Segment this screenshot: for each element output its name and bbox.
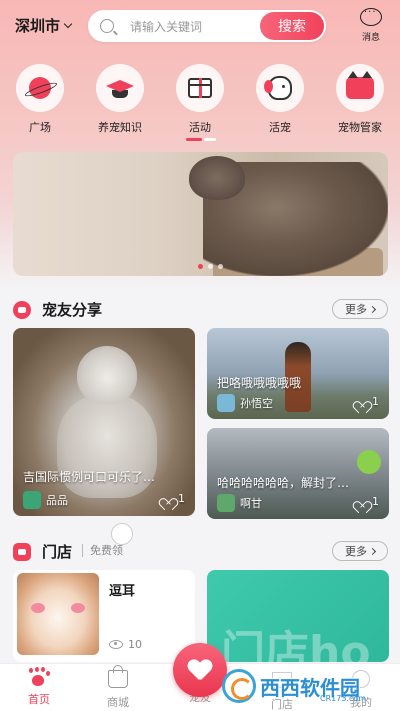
banner-dots — [198, 264, 223, 269]
more-label: 更多 — [345, 303, 367, 316]
heart-icon — [188, 660, 212, 680]
post-author: 孙悟空 — [217, 394, 273, 412]
avatar — [217, 494, 235, 512]
watermark-logo-icon — [222, 669, 256, 703]
search-button[interactable]: 搜索 — [260, 12, 324, 40]
top-bar: 深圳市 请输入关键词 搜索 消息 — [0, 0, 400, 52]
chevron-right-icon — [368, 547, 377, 555]
post-text: 哈哈哈哈哈哈，解封了… — [217, 476, 350, 490]
more-label: 更多 — [345, 545, 367, 558]
camera-icon — [13, 301, 31, 319]
view-count: 10 — [128, 638, 142, 651]
tab-home[interactable]: 首页 — [4, 667, 74, 707]
tab-label: 商城 — [107, 696, 129, 709]
heart-icon — [356, 496, 368, 507]
avatar — [217, 394, 235, 412]
city-label: 深圳市 — [15, 17, 61, 35]
share-post-card[interactable]: 把咯哦哦哦哦哦 孙悟空 1 — [207, 328, 389, 419]
messages-label: 消息 — [361, 33, 380, 43]
post-sticker — [357, 450, 381, 474]
author-name: 品品 — [46, 494, 68, 507]
like-button[interactable]: 1 — [162, 492, 185, 505]
paw-icon — [27, 667, 49, 687]
share-post-card[interactable]: 吉国际惯例可口可乐了… 品品 1 — [13, 328, 195, 516]
gift-icon — [188, 78, 212, 98]
category-pet-knowledge[interactable]: 养宠知识 — [87, 64, 153, 135]
search-icon — [100, 19, 114, 33]
heart-icon — [356, 396, 368, 407]
category-pet-butler[interactable]: 宠物管家 — [327, 64, 393, 135]
category-page-indicator — [186, 138, 216, 141]
store-thumbnail — [17, 573, 99, 655]
tab-mall[interactable]: 商城 — [83, 665, 153, 710]
like-button[interactable]: 1 — [356, 395, 379, 408]
planet-icon — [29, 77, 51, 99]
author-name: 啊甘 — [240, 497, 262, 510]
avatar — [23, 491, 41, 509]
category-label: 活宠 — [269, 121, 291, 134]
category-label: 活动 — [189, 121, 211, 134]
category-live-pets[interactable]: 活宠 — [247, 64, 313, 135]
city-selector[interactable]: 深圳市 — [15, 15, 73, 36]
section-subtitle: 免费领 — [82, 544, 123, 557]
category-square[interactable]: 广场 — [7, 64, 73, 135]
tab-label: 首页 — [28, 693, 50, 706]
chevron-down-icon — [63, 19, 73, 28]
post-text: 吉国际惯例可口可乐了… — [23, 470, 156, 484]
store-views: 10 — [109, 638, 142, 651]
store-more-button[interactable]: 更多 — [332, 541, 388, 561]
dog-icon — [264, 76, 292, 100]
share-section-header: 宠友分享 更多 — [0, 297, 400, 323]
post-center-button[interactable] — [173, 643, 227, 697]
search-input[interactable]: 请输入关键词 — [130, 18, 260, 35]
store-section-header: 门店 免费领 更多 — [0, 539, 400, 565]
search-bar[interactable]: 请输入关键词 搜索 — [88, 10, 326, 42]
category-label: 宠物管家 — [338, 121, 382, 134]
like-count: 1 — [178, 492, 185, 505]
post-author: 品品 — [23, 491, 68, 509]
banner-cat-head — [189, 156, 245, 200]
eye-icon — [109, 640, 123, 649]
chevron-right-icon — [368, 305, 377, 313]
post-author: 啊甘 — [217, 494, 262, 512]
category-label: 养宠知识 — [98, 121, 142, 134]
store-name: 逗耳 — [109, 584, 136, 599]
like-count: 1 — [372, 495, 379, 508]
cat-icon — [346, 71, 374, 99]
banner-carousel[interactable] — [13, 152, 388, 276]
watermark: 西西软件园 CR173.com — [222, 664, 382, 708]
share-post-card[interactable]: 哈哈哈哈哈哈，解封了… 啊甘 1 — [207, 428, 389, 519]
cat-face — [77, 346, 137, 404]
graduation-cap-icon — [106, 80, 134, 92]
promo-text: 门店ho — [221, 627, 371, 662]
category-events[interactable]: 活动 — [167, 64, 233, 135]
category-label: 广场 — [29, 121, 51, 134]
heart-icon — [162, 493, 174, 504]
store-promo-card[interactable]: 门店ho — [207, 570, 389, 662]
author-name: 孙悟空 — [240, 397, 273, 410]
section-title: 门店 — [42, 543, 73, 561]
chat-bubble-icon — [360, 4, 382, 26]
messages-button[interactable]: 消息 — [354, 4, 388, 43]
like-count: 1 — [372, 395, 379, 408]
watermark-url: CR173.com — [320, 694, 367, 703]
store-icon — [13, 543, 31, 561]
section-title: 宠友分享 — [42, 301, 103, 319]
share-more-button[interactable]: 更多 — [332, 299, 388, 319]
store-card[interactable]: 逗耳 10 — [13, 570, 195, 662]
shopping-bag-icon — [108, 665, 128, 688]
like-button[interactable]: 1 — [356, 495, 379, 508]
category-row: 广场 养宠知识 活动 活宠 宠物管家 — [0, 64, 400, 134]
post-text: 把咯哦哦哦哦哦 — [217, 376, 302, 390]
